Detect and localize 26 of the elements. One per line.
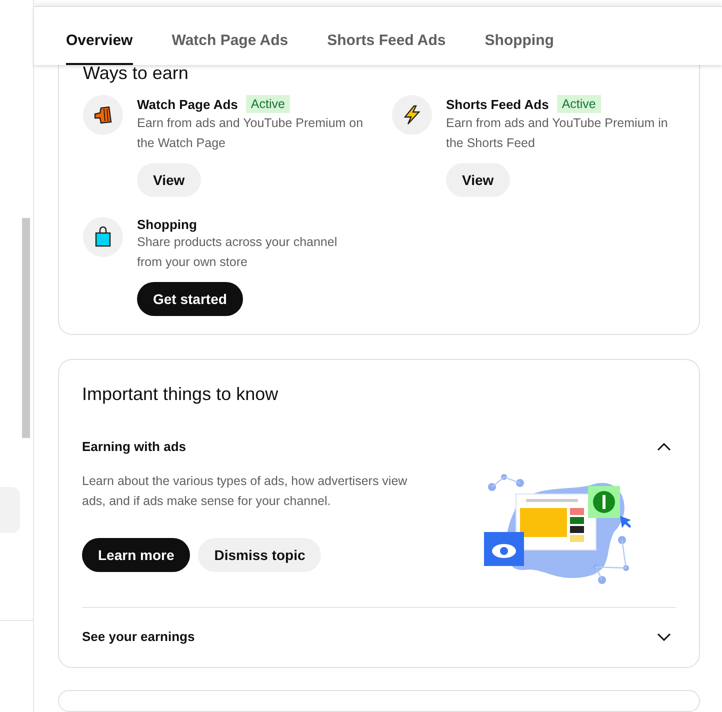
view-button[interactable]: View: [446, 163, 510, 198]
topic-title[interactable]: See your earnings: [82, 629, 195, 644]
section-title: Important things to know: [82, 384, 280, 406]
item-title: Shorts Feed Ads: [446, 96, 549, 112]
item-title: Shopping: [137, 217, 197, 232]
topic-title[interactable]: Earning with ads: [82, 439, 186, 454]
tab[interactable]: Shopping: [484, 32, 554, 66]
view-button[interactable]: View: [137, 163, 201, 198]
learn-more-button[interactable]: Learn more: [82, 538, 190, 572]
lightning-icon: [401, 104, 423, 126]
tab[interactable]: Watch Page Ads: [172, 32, 288, 66]
shopping-bag-icon: [93, 226, 113, 248]
item-title: Watch Page Ads: [137, 96, 238, 112]
item-description: Share products across your channel from your own store: [137, 234, 338, 271]
topic-description: Learn about the various types of ads, how advertisers view ads, and if ads make sense for your channel.: [82, 473, 408, 510]
tab[interactable]: Shorts Feed Ads: [327, 32, 446, 66]
status-badge: Active: [556, 95, 601, 114]
ticket-icon: [92, 104, 114, 126]
chevron-down-icon[interactable]: [657, 632, 671, 641]
chevron-up-icon[interactable]: [657, 442, 671, 451]
get-started-button[interactable]: Get started: [137, 282, 243, 316]
item-description: Earn from ads and YouTube Premium in the Shorts Feed: [446, 115, 669, 152]
section-title: Ways to earn: [83, 63, 190, 84]
dismiss-button[interactable]: Dismiss topic: [198, 538, 322, 572]
item-description: Earn from ads and YouTube Premium on the Watch Page: [137, 115, 364, 152]
status-badge: Active: [246, 95, 290, 114]
